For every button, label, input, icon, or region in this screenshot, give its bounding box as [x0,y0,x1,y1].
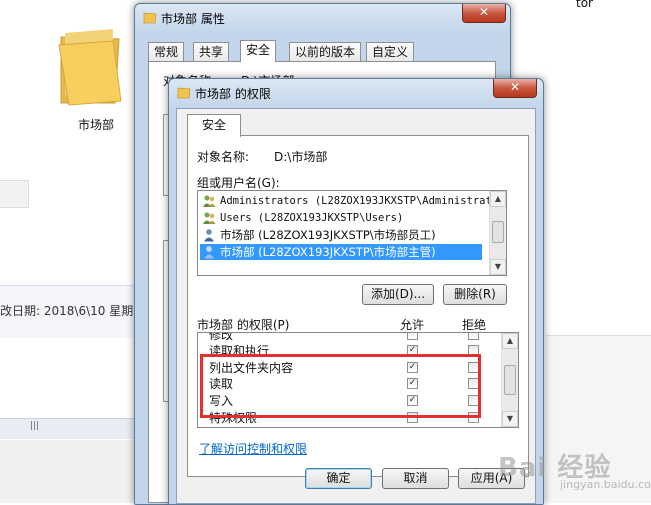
object-name-label: 对象名称: [197,150,250,164]
permissions-label: 市场部 的权限(P) [197,318,290,332]
permission-name: 读取 [209,377,234,391]
user-name: 市场部 (L28ZOX193JKXSTP\市场部主管) [220,245,436,259]
deny-checkbox[interactable] [468,345,479,356]
permissions-dialog: 市场部 的权限 ✕ 安全 对象名称: D:\市场部 组或用户名(G): Admi… [168,78,544,505]
tab-general[interactable]: 常规 [148,42,185,61]
allow-checkbox[interactable]: ✓ [407,395,418,406]
folder-icon[interactable] [55,15,125,110]
close-button[interactable]: ✕ [462,4,506,23]
allow-checkbox[interactable] [407,333,418,340]
user-icon [204,229,214,242]
status-bar [0,440,136,503]
deny-checkbox[interactable] [468,333,479,340]
scroll-down-icon[interactable]: ▼ [490,259,506,275]
deny-checkbox[interactable] [468,378,479,389]
tab-previous-versions[interactable]: 以前的版本 [289,42,362,61]
list-item-selected[interactable]: 市场部 (L28ZOX193JKXSTP\市场部主管) [200,244,482,260]
group-users-icon [203,212,216,224]
scrollbar-grip-icon: ||| [30,421,40,431]
list-item[interactable]: Users (L28ZOX193JKXSTP\Users) [200,210,482,226]
scroll-up-icon[interactable]: ▲ [502,333,518,349]
allow-header: 允许 [400,318,425,332]
deny-checkbox[interactable] [468,362,479,373]
list-item[interactable]: Administrators (L28ZOX193JKXSTP\Administ… [200,193,506,209]
user-list[interactable]: Administrators (L28ZOX193JKXSTP\Administ… [197,190,507,276]
permission-row: 列出文件夹内容 ✓ [198,360,498,376]
tab-sharing[interactable]: 共享 [193,42,230,61]
close-button[interactable]: ✕ [493,79,537,98]
allow-checkbox[interactable]: ✓ [407,362,418,373]
dialog-title: 市场部 的权限 [195,87,271,101]
folder-icon [177,87,191,99]
permission-list-scrollbar[interactable]: ▲ ▼ [501,333,518,427]
object-name-value: D:\市场部 [274,150,328,164]
permission-row: 特殊权限 [198,410,498,426]
add-button[interactable]: 添加(D)... [362,284,434,305]
group-user-label: 组或用户名(G): [197,176,280,190]
permission-name: 读取和执行 [209,344,270,358]
security-panel: 对象名称: D:\市场部 组或用户名(G): Administrators (L… [187,135,529,477]
background-text: tor [576,0,593,10]
permission-name: 列出文件夹内容 [209,361,294,375]
modified-date-text: 改日期: 2018\6\10 星期 [0,304,134,318]
user-name: Administrators (L28ZOX193JKXSTP\Administ… [220,195,507,207]
watermark-url: jingyan.baidu.com [560,478,651,491]
deny-header: 拒绝 [462,318,487,332]
user-list-scrollbar[interactable]: ▲ ▼ [489,191,506,275]
horizontal-scrollbar[interactable] [0,418,136,439]
permission-row: 读取和执行 ✓ [198,343,498,359]
group-users-icon [203,195,216,207]
permission-list[interactable]: 修改 读取和执行 ✓ 列出文件夹内容 ✓ 读取 ✓ 写入 ✓ 特殊权限 ▲ ▼ [197,332,519,428]
ok-button[interactable]: 确定 [305,468,372,489]
search-box-edge[interactable] [0,180,29,208]
permission-row: 写入 ✓ [198,393,498,409]
permission-name: 修改 [209,332,234,342]
folder-icon [143,12,157,24]
permission-name: 写入 [209,394,234,408]
user-icon [204,246,214,259]
scroll-thumb[interactable] [504,365,516,395]
user-name: 市场部 (L28ZOX193JKXSTP\市场部员工) [220,228,436,242]
tab-customize[interactable]: 自定义 [366,42,415,61]
deny-checkbox[interactable] [468,412,479,423]
scroll-down-icon[interactable]: ▼ [502,411,518,427]
scroll-thumb[interactable] [492,221,504,243]
permission-row: 修改 [198,332,498,343]
dialog-body: 安全 对象名称: D:\市场部 组或用户名(G): Administrators… [176,108,536,504]
user-name: Users (L28ZOX193JKXSTP\Users) [220,212,404,224]
scroll-up-icon[interactable]: ▲ [490,191,506,207]
divider [546,335,651,336]
tab-security[interactable]: 安全 [240,40,277,62]
tab-security[interactable]: 安全 [187,114,241,137]
window-title: 市场部 属性 [161,12,225,26]
folder-label[interactable]: 市场部 [78,116,114,133]
list-item[interactable]: 市场部 (L28ZOX193JKXSTP\市场部员工) [200,227,482,243]
cancel-button[interactable]: 取消 [382,468,449,489]
permission-row: 读取 ✓ [198,376,498,392]
remove-button[interactable]: 删除(R) [443,284,507,305]
deny-checkbox[interactable] [468,395,479,406]
allow-checkbox[interactable]: ✓ [407,345,418,356]
permission-name: 特殊权限 [209,411,258,425]
access-control-help-link[interactable]: 了解访问控制和权限 [199,440,307,457]
allow-checkbox[interactable] [407,412,418,423]
allow-checkbox[interactable]: ✓ [407,378,418,389]
